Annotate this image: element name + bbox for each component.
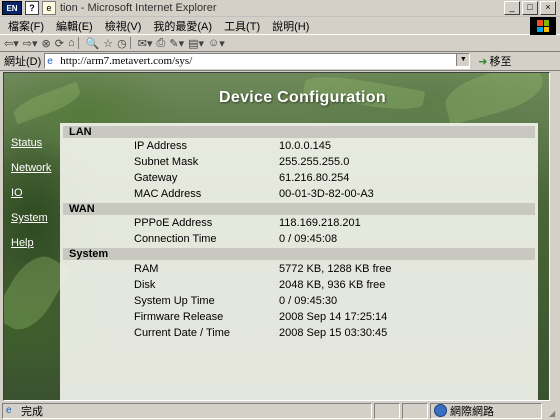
status-empty-cell <box>402 402 428 419</box>
status-panel: LAN IP Address 10.0.0.145 Subnet Mask 25… <box>60 123 538 400</box>
ie-window-icon: e <box>42 1 56 15</box>
field-value: 10.0.0.145 <box>279 140 331 152</box>
discuss-icon: ▤ <box>188 37 199 50</box>
field-value: 00-01-3D-82-00-A3 <box>279 188 374 200</box>
edit-icon: ✎ <box>169 37 179 50</box>
page-title: Device Configuration <box>219 89 386 106</box>
messenger-icon: ☺ <box>208 37 220 49</box>
windows-logo-icon <box>530 17 556 35</box>
menu-edit[interactable]: 編輯(E) <box>50 18 99 34</box>
field-value: 118.169.218.201 <box>279 217 361 229</box>
nav-link-io[interactable]: IO <box>11 187 61 199</box>
internet-zone-icon <box>434 404 447 417</box>
stop-button[interactable]: ⊗ <box>42 37 51 50</box>
field-label: RAM <box>134 263 159 275</box>
field-label: Gateway <box>134 172 178 184</box>
page-icon: e <box>47 55 53 67</box>
messenger-button[interactable]: ☺ ▾ <box>208 37 225 50</box>
security-zone-cell: 網際網路 <box>430 402 542 419</box>
refresh-icon: ⟳ <box>54 37 64 50</box>
field-label: MAC Address <box>134 188 202 200</box>
zone-label: 網際網路 <box>450 405 494 418</box>
forward-arrow-icon: ⇨ <box>22 37 32 50</box>
field-label: Subnet Mask <box>134 156 199 168</box>
field-value: 0 / 09:45:30 <box>279 295 338 307</box>
history-button[interactable]: ◷ <box>117 37 134 50</box>
search-button[interactable]: 🔍 <box>86 37 100 50</box>
menu-view[interactable]: 檢視(V) <box>99 18 148 34</box>
go-arrow-icon: ➜ <box>478 55 488 68</box>
print-button[interactable]: ⎙ <box>157 37 166 50</box>
field-value: 5772 KB, 1288 KB free <box>279 263 392 275</box>
field-label: Connection Time <box>134 233 217 245</box>
forward-button[interactable]: ⇨ ▾ <box>23 37 38 50</box>
menu-bar: 檔案(F) 編輯(E) 檢視(V) 我的最愛(A) 工具(T) 說明(H) <box>0 17 560 35</box>
back-button[interactable]: ⇦ ▾ <box>4 37 19 50</box>
go-button[interactable]: ➜ 移至 <box>478 53 511 69</box>
address-dropdown-icon[interactable]: ▼ <box>456 54 470 66</box>
status-text-cell: e 完成 <box>2 402 372 419</box>
field-value: 2048 KB, 936 KB free <box>279 279 386 291</box>
status-bar: e 完成 網際網路 ◢ <box>0 401 560 420</box>
menu-favorites[interactable]: 我的最愛(A) <box>147 18 218 34</box>
mail-icon: ✉ <box>137 37 147 50</box>
browser-viewport: Device Configuration Status Network IO S… <box>3 72 550 401</box>
field-value: 255.255.255.0 <box>279 156 350 168</box>
minimize-button[interactable]: _ <box>504 1 520 15</box>
menu-tools[interactable]: 工具(T) <box>218 18 266 34</box>
resize-grip-icon[interactable]: ◢ <box>549 409 559 419</box>
menu-help[interactable]: 說明(H) <box>266 18 315 34</box>
status-text: 完成 <box>21 405 43 418</box>
address-input[interactable]: e http://arm7.metavert.com/sys/ ▼ <box>44 53 471 69</box>
stop-icon: ⊗ <box>41 37 51 50</box>
edit-button[interactable]: ✎ ▾ <box>169 37 184 50</box>
field-label: Disk <box>134 279 156 291</box>
discuss-button[interactable]: ▤ ▾ <box>188 37 204 50</box>
page-header: Device Configuration <box>4 73 549 123</box>
favorites-button[interactable]: ☆ <box>103 37 113 50</box>
address-url[interactable]: http://arm7.metavert.com/sys/ <box>60 55 192 67</box>
favorites-icon: ☆ <box>103 37 114 50</box>
title-bar: EN ? e tion - Microsoft Internet Explore… <box>0 0 560 17</box>
field-value: 61.216.80.254 <box>279 172 350 184</box>
field-value: 2008 Sep 15 03:30:45 <box>279 327 388 339</box>
section-header-lan: LAN <box>63 126 535 138</box>
mail-button[interactable]: ✉ ▾ <box>138 37 153 50</box>
field-label: Firmware Release <box>134 311 224 323</box>
side-navigation: Status Network IO System Help <box>11 137 61 262</box>
section-header-system: System <box>63 248 535 260</box>
print-icon: ⎙ <box>156 36 166 49</box>
nav-link-help[interactable]: Help <box>11 237 61 249</box>
field-label: PPPoE Address <box>134 217 213 229</box>
field-label: IP Address <box>134 140 187 152</box>
refresh-button[interactable]: ⟳ <box>55 37 64 50</box>
section-header-wan: WAN <box>63 203 535 215</box>
home-button[interactable]: ⌂ <box>68 37 82 49</box>
field-label: System Up Time <box>134 295 215 307</box>
window-title: tion - Microsoft Internet Explorer <box>60 2 217 14</box>
back-arrow-icon: ⇦ <box>4 37 14 50</box>
page-done-icon: e <box>6 405 12 416</box>
history-icon: ◷ <box>117 37 127 50</box>
nav-link-status[interactable]: Status <box>11 137 61 149</box>
field-value: 0 / 09:45:08 <box>279 233 338 245</box>
home-icon: ⌂ <box>67 37 75 49</box>
field-label: Current Date / Time <box>134 327 230 339</box>
maximize-button[interactable]: □ <box>522 1 538 15</box>
nav-link-network[interactable]: Network <box>11 162 61 174</box>
status-empty-cell <box>374 402 400 419</box>
help-icon[interactable]: ? <box>25 1 39 15</box>
toolbar: ⇦ ▾ ⇨ ▾ ⊗ ⟳ ⌂ 🔍 ☆ ◷ ✉ ▾ ⎙ ✎ ▾ ▤ ▾ ☺ ▾ <box>0 35 560 52</box>
menu-file[interactable]: 檔案(F) <box>0 18 50 34</box>
address-bar: 網址(D) e http://arm7.metavert.com/sys/ ▼ … <box>0 52 560 71</box>
window-controls: _ □ × <box>504 1 556 15</box>
field-value: 2008 Sep 14 17:25:14 <box>279 311 388 323</box>
nav-link-system[interactable]: System <box>11 212 61 224</box>
close-button[interactable]: × <box>540 1 556 15</box>
language-indicator-icon[interactable]: EN <box>2 1 22 15</box>
search-icon: 🔍 <box>85 37 100 50</box>
go-label: 移至 <box>489 56 512 68</box>
address-label: 網址(D) <box>4 56 42 68</box>
